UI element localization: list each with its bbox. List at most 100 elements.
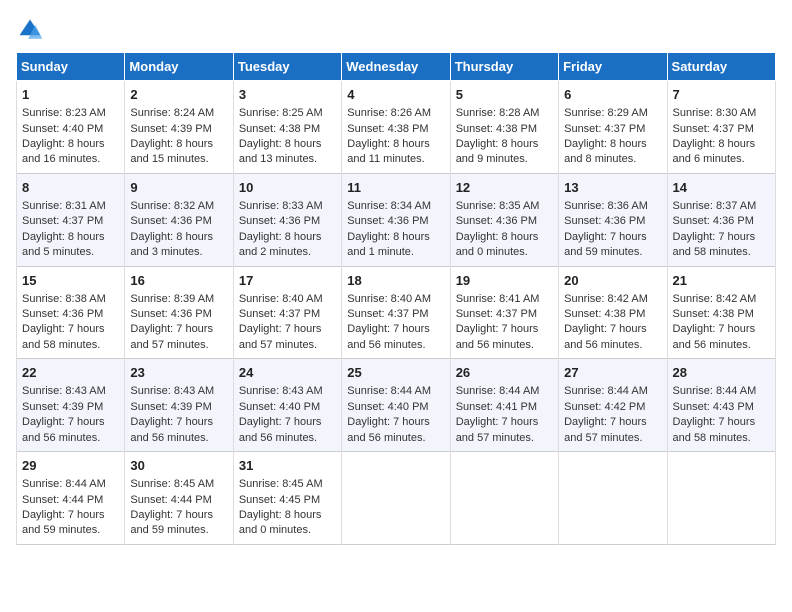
- day-number: 11: [347, 179, 444, 197]
- day-number: 1: [22, 86, 119, 104]
- calendar-cell: 11 Sunrise: 8:34 AMSunset: 4:36 PMDayligh…: [342, 173, 450, 266]
- day-info: Sunrise: 8:23 AMSunset: 4:40 PMDaylight:…: [22, 106, 119, 168]
- calendar-cell: 1 Sunrise: 8:23 AMSunset: 4:40 PMDaylight…: [17, 81, 125, 174]
- day-info: Sunrise: 8:30 AMSunset: 4:37 PMDaylight:…: [673, 106, 770, 168]
- day-number: 30: [130, 457, 227, 475]
- weekday-sunday: Sunday: [17, 53, 125, 81]
- calendar-cell: [342, 452, 450, 545]
- logo: [16, 16, 46, 44]
- calendar-cell: 28 Sunrise: 8:44 AMSunset: 4:43 PMDayligh…: [667, 359, 775, 452]
- weekday-tuesday: Tuesday: [233, 53, 341, 81]
- day-number: 8: [22, 179, 119, 197]
- weekday-saturday: Saturday: [667, 53, 775, 81]
- calendar-table: SundayMondayTuesdayWednesdayThursdayFrid…: [16, 52, 776, 545]
- day-info: Sunrise: 8:37 AMSunset: 4:36 PMDaylight:…: [673, 199, 770, 261]
- calendar-cell: 13 Sunrise: 8:36 AMSunset: 4:36 PMDayligh…: [559, 173, 667, 266]
- calendar-cell: 6Sunrise: 8:29 AMSunset: 4:37 PMDaylight…: [559, 81, 667, 174]
- calendar-week-row: 22Sunrise: 8:43 AMSunset: 4:39 PMDayligh…: [17, 359, 776, 452]
- calendar-cell: 5Sunrise: 8:28 AMSunset: 4:38 PMDaylight…: [450, 81, 558, 174]
- day-number: 14: [673, 179, 770, 197]
- calendar-cell: 29 Sunrise: 8:44 AMSunset: 4:44 PMDayligh…: [17, 452, 125, 545]
- day-info: Sunrise: 8:42 AMSunset: 4:38 PMDaylight:…: [673, 292, 770, 354]
- day-info: Sunrise: 8:42 AMSunset: 4:38 PMDaylight:…: [564, 292, 661, 354]
- day-number: 10: [239, 179, 336, 197]
- calendar-cell: 19 Sunrise: 8:41 AMSunset: 4:37 PMDayligh…: [450, 266, 558, 359]
- day-info: Sunrise: 8:29 AMSunset: 4:37 PMDaylight:…: [564, 106, 661, 168]
- day-info: Sunrise: 8:44 AMSunset: 4:40 PMDaylight:…: [347, 384, 444, 446]
- calendar-cell: 25 Sunrise: 8:44 AMSunset: 4:40 PMDayligh…: [342, 359, 450, 452]
- logo-icon: [16, 16, 44, 44]
- day-number: 17: [239, 272, 336, 290]
- day-info: Sunrise: 8:44 AMSunset: 4:43 PMDaylight:…: [673, 384, 770, 446]
- calendar-week-row: 29 Sunrise: 8:44 AMSunset: 4:44 PMDayligh…: [17, 452, 776, 545]
- calendar-cell: 18 Sunrise: 8:40 AMSunset: 4:37 PMDayligh…: [342, 266, 450, 359]
- day-info: Sunrise: 8:26 AMSunset: 4:38 PMDaylight:…: [347, 106, 444, 168]
- day-info: Sunrise: 8:44 AMSunset: 4:42 PMDaylight:…: [564, 384, 661, 446]
- calendar-cell: 23 Sunrise: 8:43 AMSunset: 4:39 PMDayligh…: [125, 359, 233, 452]
- weekday-thursday: Thursday: [450, 53, 558, 81]
- day-info: Sunrise: 8:34 AMSunset: 4:36 PMDaylight:…: [347, 199, 444, 261]
- day-number: 21: [673, 272, 770, 290]
- day-info: Sunrise: 8:43 AMSunset: 4:39 PMDaylight:…: [130, 384, 227, 446]
- day-info: Sunrise: 8:32 AMSunset: 4:36 PMDaylight:…: [130, 199, 227, 261]
- day-info: Sunrise: 8:35 AMSunset: 4:36 PMDaylight:…: [456, 199, 553, 261]
- page-header: [16, 16, 776, 44]
- day-info: Sunrise: 8:41 AMSunset: 4:37 PMDaylight:…: [456, 292, 553, 354]
- day-info: Sunrise: 8:45 AMSunset: 4:45 PMDaylight:…: [239, 477, 336, 539]
- day-number: 7: [673, 86, 770, 104]
- day-number: 15: [22, 272, 119, 290]
- calendar-cell: [450, 452, 558, 545]
- weekday-header-row: SundayMondayTuesdayWednesdayThursdayFrid…: [17, 53, 776, 81]
- calendar-cell: 12 Sunrise: 8:35 AMSunset: 4:36 PMDayligh…: [450, 173, 558, 266]
- day-number: 23: [130, 364, 227, 382]
- calendar-cell: 16 Sunrise: 8:39 AMSunset: 4:36 PMDayligh…: [125, 266, 233, 359]
- day-info: Sunrise: 8:36 AMSunset: 4:36 PMDaylight:…: [564, 199, 661, 261]
- day-info: Sunrise: 8:33 AMSunset: 4:36 PMDaylight:…: [239, 199, 336, 261]
- day-number: 18: [347, 272, 444, 290]
- calendar-cell: 21 Sunrise: 8:42 AMSunset: 4:38 PMDayligh…: [667, 266, 775, 359]
- day-info: Sunrise: 8:44 AMSunset: 4:44 PMDaylight:…: [22, 477, 119, 539]
- day-info: Sunrise: 8:40 AMSunset: 4:37 PMDaylight:…: [347, 292, 444, 354]
- day-number: 20: [564, 272, 661, 290]
- day-info: Sunrise: 8:31 AMSunset: 4:37 PMDaylight:…: [22, 199, 119, 261]
- day-number: 2: [130, 86, 227, 104]
- day-number: 9: [130, 179, 227, 197]
- day-number: 12: [456, 179, 553, 197]
- calendar-cell: 22Sunrise: 8:43 AMSunset: 4:39 PMDayligh…: [17, 359, 125, 452]
- day-info: Sunrise: 8:24 AMSunset: 4:39 PMDaylight:…: [130, 106, 227, 168]
- calendar-cell: 30 Sunrise: 8:45 AMSunset: 4:44 PMDayligh…: [125, 452, 233, 545]
- day-number: 25: [347, 364, 444, 382]
- calendar-cell: [667, 452, 775, 545]
- weekday-friday: Friday: [559, 53, 667, 81]
- calendar-cell: 20 Sunrise: 8:42 AMSunset: 4:38 PMDayligh…: [559, 266, 667, 359]
- day-number: 27: [564, 364, 661, 382]
- day-info: Sunrise: 8:43 AMSunset: 4:40 PMDaylight:…: [239, 384, 336, 446]
- day-number: 19: [456, 272, 553, 290]
- day-info: Sunrise: 8:38 AMSunset: 4:36 PMDaylight:…: [22, 292, 119, 354]
- day-info: Sunrise: 8:45 AMSunset: 4:44 PMDaylight:…: [130, 477, 227, 539]
- day-info: Sunrise: 8:44 AMSunset: 4:41 PMDaylight:…: [456, 384, 553, 446]
- day-number: 3: [239, 86, 336, 104]
- calendar-cell: 3Sunrise: 8:25 AMSunset: 4:38 PMDaylight…: [233, 81, 341, 174]
- day-number: 28: [673, 364, 770, 382]
- calendar-cell: 2 Sunrise: 8:24 AMSunset: 4:39 PMDaylight…: [125, 81, 233, 174]
- day-number: 16: [130, 272, 227, 290]
- day-info: Sunrise: 8:43 AMSunset: 4:39 PMDaylight:…: [22, 384, 119, 446]
- day-info: Sunrise: 8:39 AMSunset: 4:36 PMDaylight:…: [130, 292, 227, 354]
- day-number: 29: [22, 457, 119, 475]
- day-number: 4: [347, 86, 444, 104]
- calendar-cell: [559, 452, 667, 545]
- day-number: 31: [239, 457, 336, 475]
- calendar-cell: 14 Sunrise: 8:37 AMSunset: 4:36 PMDayligh…: [667, 173, 775, 266]
- weekday-monday: Monday: [125, 53, 233, 81]
- calendar-week-row: 1 Sunrise: 8:23 AMSunset: 4:40 PMDaylight…: [17, 81, 776, 174]
- calendar-body: 1 Sunrise: 8:23 AMSunset: 4:40 PMDaylight…: [17, 81, 776, 545]
- calendar-week-row: 15 Sunrise: 8:38 AMSunset: 4:36 PMDayligh…: [17, 266, 776, 359]
- calendar-cell: 7 Sunrise: 8:30 AMSunset: 4:37 PMDaylight…: [667, 81, 775, 174]
- day-number: 13: [564, 179, 661, 197]
- calendar-cell: 8 Sunrise: 8:31 AMSunset: 4:37 PMDaylight…: [17, 173, 125, 266]
- day-info: Sunrise: 8:40 AMSunset: 4:37 PMDaylight:…: [239, 292, 336, 354]
- day-number: 24: [239, 364, 336, 382]
- calendar-cell: 15 Sunrise: 8:38 AMSunset: 4:36 PMDayligh…: [17, 266, 125, 359]
- calendar-cell: 27 Sunrise: 8:44 AMSunset: 4:42 PMDayligh…: [559, 359, 667, 452]
